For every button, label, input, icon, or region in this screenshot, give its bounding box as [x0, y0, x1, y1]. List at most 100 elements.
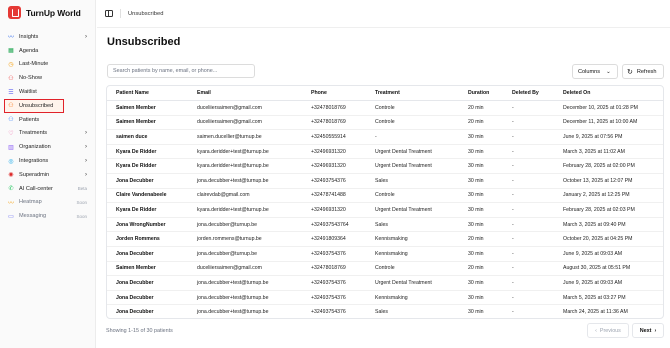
table-cell: Controle — [366, 188, 459, 204]
table-cell: kyara.deridder+test@turnup.be — [188, 158, 302, 175]
table-cell: Saimen Member — [107, 261, 188, 277]
clock-icon: ◷ — [8, 61, 14, 68]
table-cell: - — [503, 231, 554, 248]
table-cell: - — [503, 275, 554, 291]
table-cell: 30 min — [459, 144, 503, 160]
sidebar-item-superadmin[interactable]: ◉ Superadmin › — [4, 168, 92, 182]
table-cell: Sales — [375, 309, 388, 316]
sidebar-item-insights[interactable]: 〰 Insights › — [4, 30, 92, 44]
sidebar-item-integrations[interactable]: ◎ Integrations › — [4, 154, 92, 168]
table-row[interactable]: Saimen Member duceliiersaimen@gmail.com +3… — [107, 100, 663, 116]
table-cell: Claire Vandenabeele — [107, 188, 188, 204]
table-cell: duceliiersaimen@gmail.com — [188, 100, 302, 116]
sidebar-item-tag: Soon — [76, 213, 87, 219]
table-row[interactable]: Saimen Member duceliiersaimen@gmail.com +3… — [107, 115, 663, 131]
sidebar-item-no-show[interactable]: ⚇ No-Show — [4, 71, 92, 85]
table-cell: 30 min — [468, 309, 484, 316]
table-cell: Sales — [366, 217, 459, 233]
table-cell: - — [503, 290, 554, 306]
previous-page-button[interactable]: ‹ Previous — [587, 323, 629, 338]
columns-button[interactable]: Columns ⌄ — [572, 64, 618, 79]
brand[interactable]: TurnUp World — [8, 6, 81, 19]
sidebar-item-heatmap[interactable]: 〰 Heatmap Soon — [4, 196, 92, 210]
table-cell: +32478018769 — [302, 261, 366, 277]
table-row[interactable]: Jona Decubber jona.decubber+test@turnup.b… — [107, 290, 663, 306]
sidebar-item-agenda[interactable]: ▦ Agenda — [4, 44, 92, 58]
table-cell: January 2, 2025 at 12:25 PM — [554, 188, 663, 204]
chevron-right-icon: › — [654, 327, 657, 334]
table-cell: March 3, 2025 at 11:02 AM — [554, 144, 663, 160]
chevron-right-icon: › — [85, 158, 87, 165]
table-cell: Jona Decubber — [107, 275, 188, 291]
table-row[interactable]: Kyara De Ridder kyara.deridder+test@turnu… — [107, 144, 663, 160]
table-cell: Controle — [366, 115, 459, 131]
sidebar-item-label: Superadmin — [19, 171, 50, 178]
table-row[interactable]: Saimen Member duceliiersaimen@gmail.com +3… — [107, 261, 663, 277]
sidebar-item-unsubscribed[interactable]: ⚇ Unsubscribed — [4, 98, 64, 113]
table-row[interactable]: Jona WrongNumber jona.decubber@turnup.be +… — [107, 217, 663, 233]
table-row[interactable]: Kyara De Ridder kyara.deridder+test@turnu… — [107, 202, 663, 218]
table-cell: +32496931320 — [302, 158, 366, 175]
sidebar-item-label: Patients — [19, 116, 40, 123]
table-row[interactable]: Jorden Rommens jorden.rommens@turnup.be +3… — [107, 231, 663, 248]
table-cell: - — [503, 158, 554, 175]
column-header[interactable]: Duration — [459, 86, 503, 102]
sidebar-item-organization[interactable]: ▥ Organization › — [4, 140, 92, 154]
table-cell: - — [503, 173, 554, 189]
table-cell: Urgent Dental Treatment — [366, 202, 459, 218]
table-cell: jona.decubber+test@turnup.be — [188, 275, 302, 291]
table-cell: December 10, 2025 at 01:28 PM — [554, 100, 663, 116]
table-cell: Kennismaking — [366, 246, 459, 262]
table-row[interactable]: Jona Decubber jona.decubber+test@turnup.b… — [107, 173, 663, 189]
table-row[interactable]: Claire Vandenabeele clairevdab@gmail.com +… — [107, 188, 663, 204]
sidebar-item-label: Insights — [19, 33, 39, 40]
next-label: Next — [639, 327, 652, 334]
sidebar-item-messaging[interactable]: ▭ Messaging Soon — [4, 209, 92, 223]
building-icon: ▥ — [8, 144, 14, 151]
sidebar-item-ai-call-center[interactable]: ✆ AI Call-center Beta — [4, 182, 92, 196]
sidebar-item-label: Last-Minute — [19, 61, 49, 68]
column-header[interactable]: Phone — [302, 86, 366, 102]
table-row[interactable]: saimen duce saimen.ducellier@turnup.be +32… — [107, 129, 663, 145]
table-row[interactable]: Jona Decubber jona.decubber@turnup.be +324… — [107, 246, 663, 262]
table-cell: Saimen Member — [107, 115, 188, 131]
sidebar-item-last-minute[interactable]: ◷ Last-Minute — [4, 58, 92, 72]
table-cell: June 9, 2025 at 07:56 PM — [554, 129, 663, 145]
table-cell: 20 min — [459, 100, 503, 116]
next-page-button[interactable]: Next › — [632, 323, 664, 338]
sidebar-nav: 〰 Insights › ▦ Agenda ◷ Last-Minute ⚇ No-Show ☰ Wa… — [4, 30, 92, 223]
column-header[interactable]: Deleted On — [554, 86, 663, 102]
table-cell: +32496931320 — [302, 144, 366, 160]
table-cell: Jona WrongNumber — [107, 217, 188, 233]
search-input[interactable] — [107, 64, 255, 78]
chevron-right-icon: › — [85, 171, 87, 178]
table-row[interactable]: Jona Decubber jona.decubber+test@turnup.b… — [107, 305, 663, 318]
sidebar-item-label: No-Show — [19, 75, 43, 82]
table-cell: jona.decubber+test@turnup.be — [188, 173, 302, 189]
table-cell: jona.decubber@turnup.be — [188, 217, 302, 233]
sidebar-item-waitlist[interactable]: ☰ Waitlist — [4, 85, 92, 99]
refresh-button[interactable]: ↻ Refresh — [622, 64, 664, 79]
calendar-icon: ▦ — [8, 48, 14, 55]
column-header[interactable]: Email — [188, 86, 302, 102]
table-cell: 30 min — [459, 202, 503, 218]
table-row[interactable]: Kyara De Ridder kyara.deridder+test@turnu… — [107, 158, 663, 175]
chevron-right-icon: › — [85, 33, 87, 40]
table-row[interactable]: Jona Decubber jona.decubber+test@turnup.b… — [107, 275, 663, 291]
table-cell: +32493754376 — [302, 246, 366, 262]
column-header[interactable]: Patient Name — [107, 86, 188, 102]
sidebar-item-treatments[interactable]: ♡ Treatments › — [4, 127, 92, 141]
table-cell: March 24, 2025 at 11:36 AM — [563, 309, 628, 316]
table-cell: February 28, 2025 at 02:00 PM — [554, 158, 663, 175]
column-header[interactable]: Deleted By — [503, 86, 554, 102]
sidebar-toggle-icon[interactable] — [105, 10, 113, 17]
table-cell: Kyara De Ridder — [107, 144, 188, 160]
table-header-row: Patient Name Email Phone Treatment Duration D… — [107, 86, 663, 102]
table-cell: Jorden Rommens — [107, 231, 188, 248]
message-icon: ▭ — [8, 213, 14, 220]
activity-icon: 〰 — [7, 200, 14, 207]
sidebar-item-patients[interactable]: ⚇ Patients — [4, 113, 92, 127]
table-cell: duceliiersaimen@gmail.com — [188, 115, 302, 131]
column-header[interactable]: Treatment — [366, 86, 459, 102]
table-cell: +32450555914 — [302, 129, 366, 145]
